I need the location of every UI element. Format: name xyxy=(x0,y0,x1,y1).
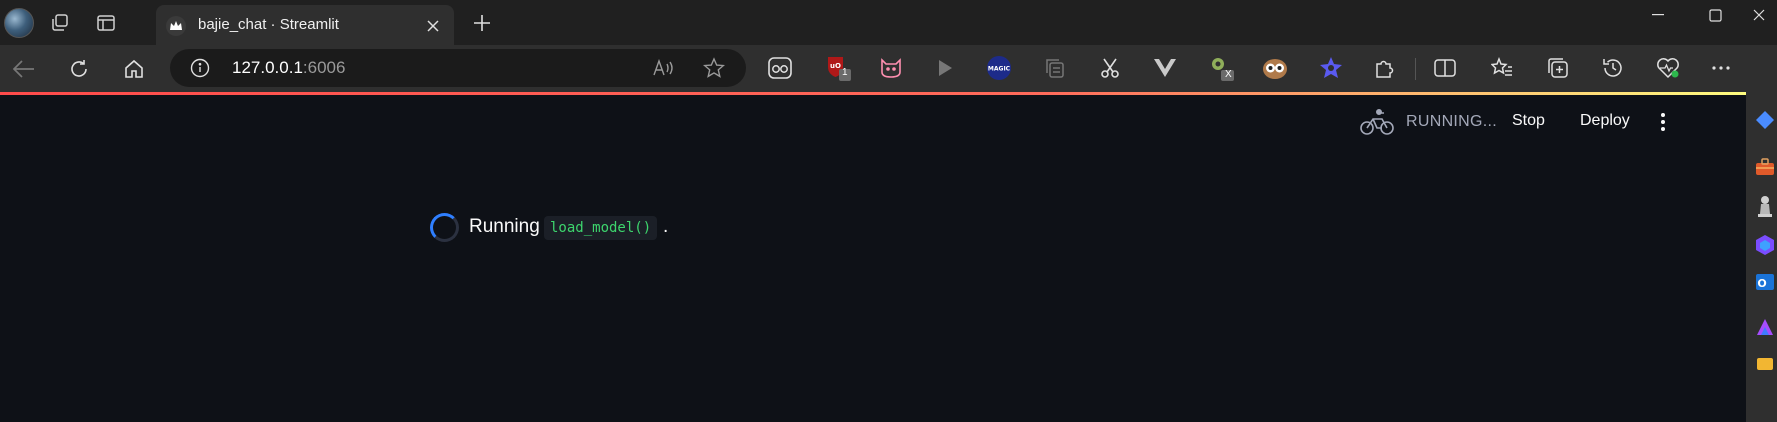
extension-glasses-icon[interactable] xyxy=(767,55,793,81)
active-tab[interactable]: bajie_chat · Streamlit xyxy=(156,5,454,45)
main-menu-icon[interactable] xyxy=(1653,108,1673,136)
refresh-icon[interactable] xyxy=(63,53,95,85)
extension-magic-icon[interactable]: MAGIC xyxy=(986,55,1012,81)
extension-star-icon[interactable] xyxy=(1318,55,1344,81)
play-icon[interactable] xyxy=(932,55,958,81)
toolbar-divider xyxy=(1415,58,1416,80)
spinner-code: load_model() xyxy=(544,216,658,240)
profile-avatar[interactable] xyxy=(4,8,34,38)
browser-essentials-icon[interactable] xyxy=(1655,55,1681,81)
copy-icon[interactable] xyxy=(1042,55,1068,81)
streamlit-app: RUNNING... Stop Deploy Running load_mode… xyxy=(0,95,1746,422)
address-bar[interactable]: 127.0.0.1:6006 xyxy=(170,49,746,87)
workspaces-icon[interactable] xyxy=(47,10,73,36)
tab-title: bajie_chat · Streamlit xyxy=(198,16,339,33)
loading-spinner-icon xyxy=(430,213,459,242)
extension-x-badge: X xyxy=(1225,69,1232,80)
sidebar-diamond-icon[interactable] xyxy=(1754,109,1776,131)
deploy-button[interactable]: Deploy xyxy=(1580,112,1630,130)
info-icon[interactable] xyxy=(190,58,210,78)
more-options-icon[interactable] xyxy=(1708,55,1734,81)
scissors-icon[interactable] xyxy=(1097,55,1123,81)
extension-keys-icon[interactable]: X xyxy=(1208,55,1234,81)
spinner-suffix: . xyxy=(663,216,669,237)
vue-devtools-icon[interactable] xyxy=(1152,55,1178,81)
ublock-badge: 1 xyxy=(842,67,848,78)
back-arrow-icon[interactable] xyxy=(8,53,40,85)
collections-icon[interactable] xyxy=(1545,55,1571,81)
url-port: :6006 xyxy=(302,58,346,77)
streamlit-header: RUNNING... Stop Deploy xyxy=(1346,95,1746,149)
svg-text:O: O xyxy=(1757,277,1766,290)
ublock-icon[interactable]: uO 1 xyxy=(825,55,851,81)
split-screen-icon[interactable] xyxy=(1432,55,1458,81)
spinner-text: Running xyxy=(469,216,540,237)
close-window-icon[interactable] xyxy=(1740,0,1777,30)
sidebar-toolbox-icon[interactable] xyxy=(1754,156,1776,178)
extension-owl-icon[interactable] xyxy=(1262,55,1288,81)
edge-sidebar: O xyxy=(1746,45,1777,422)
sidebar-outlook-icon[interactable]: O xyxy=(1754,271,1776,293)
tab-strip: bajie_chat · Streamlit xyxy=(0,0,1777,45)
read-aloud-icon[interactable] xyxy=(652,56,676,80)
svg-text:uO: uO xyxy=(830,62,841,70)
url-text[interactable]: 127.0.0.1:6006 xyxy=(232,58,345,78)
stop-button[interactable]: Stop xyxy=(1512,112,1545,130)
tab-close-icon[interactable] xyxy=(422,15,444,37)
new-tab-icon[interactable] xyxy=(468,9,496,37)
tab-actions-icon[interactable] xyxy=(93,10,119,36)
streamlit-crown-icon xyxy=(166,16,186,36)
minimize-icon[interactable] xyxy=(1635,0,1681,30)
browser-toolbar: 127.0.0.1:6006 uO 1 MAGIC X xyxy=(0,45,1777,92)
history-icon[interactable] xyxy=(1600,55,1626,81)
running-status-label: RUNNING... xyxy=(1406,113,1497,130)
favorites-icon[interactable] xyxy=(1489,55,1515,81)
sidebar-designer-icon[interactable] xyxy=(1754,316,1776,338)
extensions-puzzle-icon[interactable] xyxy=(1372,55,1398,81)
svg-text:MAGIC: MAGIC xyxy=(988,66,1011,73)
extension-cat-icon[interactable] xyxy=(878,55,904,81)
running-bicycle-icon xyxy=(1360,108,1394,136)
sidebar-extra-icon[interactable] xyxy=(1754,352,1776,374)
star-icon[interactable] xyxy=(702,56,726,80)
url-host: 127.0.0.1 xyxy=(232,58,303,77)
sidebar-m365-icon[interactable] xyxy=(1754,234,1776,256)
maximize-icon[interactable] xyxy=(1692,0,1738,30)
sidebar-chess-icon[interactable] xyxy=(1754,195,1776,217)
home-icon[interactable] xyxy=(118,53,150,85)
